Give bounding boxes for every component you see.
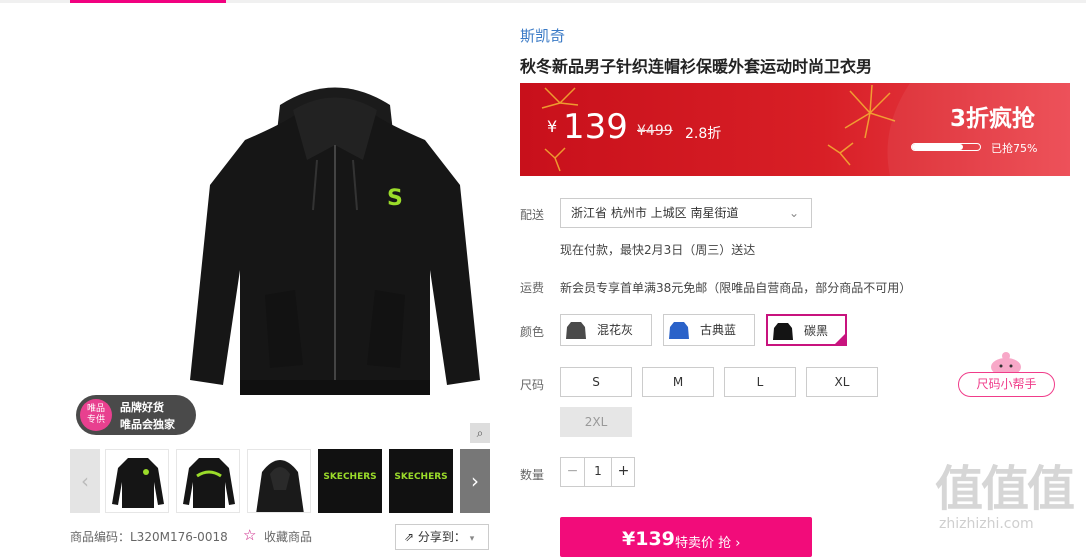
thumbnail-5[interactable]: SKECHERS bbox=[389, 449, 453, 513]
price-banner: ¥ 139 ¥499 2.8折 3折疯抢 已抢75% bbox=[520, 83, 1070, 176]
buy-price: ¥139 bbox=[622, 528, 675, 550]
selected-check-icon bbox=[833, 332, 847, 346]
plus-button[interactable]: + bbox=[611, 458, 635, 486]
chevron-left-icon[interactable]: ‹ bbox=[70, 449, 100, 513]
top-accent bbox=[70, 0, 226, 3]
shipping-info: 新会员专享首单满38元免邮（限唯品自营商品，部分商品不可用） bbox=[560, 281, 912, 295]
address-value: 浙江省 杭州市 上城区 南星街道 bbox=[571, 206, 739, 220]
size-option-l[interactable]: L bbox=[724, 367, 796, 397]
size-option-2xl: 2XL bbox=[560, 407, 632, 437]
swatch-blue bbox=[668, 319, 690, 341]
product-main-image[interactable]: S bbox=[70, 20, 490, 443]
vip-logo-icon: 唯品 专供 bbox=[80, 399, 112, 431]
brand-link[interactable]: 斯凯奇 bbox=[520, 25, 565, 46]
address-select[interactable]: 浙江省 杭州市 上城区 南星街道 ⌄ bbox=[560, 198, 812, 228]
discount-rate: 2.8折 bbox=[685, 126, 722, 142]
site-watermark: 值值值 zhizhizhi.com bbox=[935, 461, 1075, 532]
share-icon: ⇗ bbox=[404, 530, 415, 544]
delivery-eta: 现在付款，最快2月3日（周三）送达 bbox=[560, 243, 756, 257]
svg-text:SKECHERS: SKECHERS bbox=[394, 472, 447, 482]
original-price: ¥499 bbox=[637, 123, 673, 139]
share-button[interactable]: ⇗ 分享到： ▾ bbox=[395, 524, 489, 550]
color-label: 颜色 bbox=[520, 325, 545, 339]
delivery-label: 配送 bbox=[520, 208, 545, 222]
svg-text:SKECHERS: SKECHERS bbox=[323, 472, 376, 482]
size-option-m[interactable]: M bbox=[642, 367, 714, 397]
quantity-stepper[interactable]: − 1 + bbox=[560, 457, 635, 487]
caret-down-icon: ▾ bbox=[469, 534, 475, 544]
vip-exclusive-badge: 唯品 专供 品牌好货 唯品会独家 bbox=[76, 395, 196, 435]
thumbnail-2[interactable] bbox=[176, 449, 240, 513]
buy-label: 特卖价 抢 › bbox=[675, 536, 741, 551]
favorite-link[interactable]: 收藏商品 bbox=[264, 528, 312, 545]
sold-progress-bar bbox=[911, 143, 981, 151]
color-option-blue[interactable]: 古典蓝 bbox=[663, 314, 755, 346]
quantity-label: 数量 bbox=[520, 468, 545, 482]
buy-button[interactable]: ¥139 特卖价 抢 › bbox=[560, 517, 812, 557]
color-option-gray[interactable]: 混花灰 bbox=[560, 314, 652, 346]
current-price: 139 bbox=[563, 107, 628, 147]
thumbnail-4[interactable]: SKECHERS bbox=[318, 449, 382, 513]
thumbnail-strip: ‹ SKECHERS SKECHERS › bbox=[70, 449, 490, 513]
swatch-black bbox=[772, 320, 794, 342]
product-title: 秋冬新品男子针织连帽衫保暖外套运动时尚卫衣男 bbox=[520, 57, 873, 76]
hoodie-logo: S bbox=[387, 186, 403, 211]
top-border bbox=[0, 0, 1086, 3]
thumbnail-3[interactable] bbox=[247, 449, 311, 513]
sold-percentage: 已抢75% bbox=[991, 142, 1038, 155]
zoom-icon[interactable]: ⌕ bbox=[470, 423, 490, 443]
size-helper-button[interactable]: 尺码小帮手 bbox=[958, 372, 1055, 397]
currency-symbol: ¥ bbox=[547, 117, 558, 136]
hoodie-illustration: S bbox=[190, 87, 480, 395]
chevron-down-icon: ⌄ bbox=[788, 206, 799, 220]
size-label: 尺码 bbox=[520, 378, 545, 392]
quantity-value[interactable]: 1 bbox=[585, 458, 611, 486]
size-option-s[interactable]: S bbox=[560, 367, 632, 397]
sku-code: 商品编码：L320M176-0018 bbox=[70, 530, 228, 544]
size-option-xl[interactable]: XL bbox=[806, 367, 878, 397]
badge-line2: 唯品会独家 bbox=[120, 418, 175, 431]
share-label: 分享到： bbox=[417, 530, 466, 544]
swatch-gray bbox=[565, 319, 587, 341]
badge-line1: 品牌好货 bbox=[120, 401, 164, 414]
promo-title: 3折疯抢 bbox=[950, 106, 1036, 132]
shipping-label: 运费 bbox=[520, 281, 545, 295]
color-option-black[interactable]: 碳黑 bbox=[766, 314, 847, 346]
chevron-right-icon[interactable]: › bbox=[460, 449, 490, 513]
minus-button[interactable]: − bbox=[561, 458, 585, 486]
thumbnail-1[interactable] bbox=[105, 449, 169, 513]
star-icon[interactable]: ☆ bbox=[243, 526, 256, 544]
